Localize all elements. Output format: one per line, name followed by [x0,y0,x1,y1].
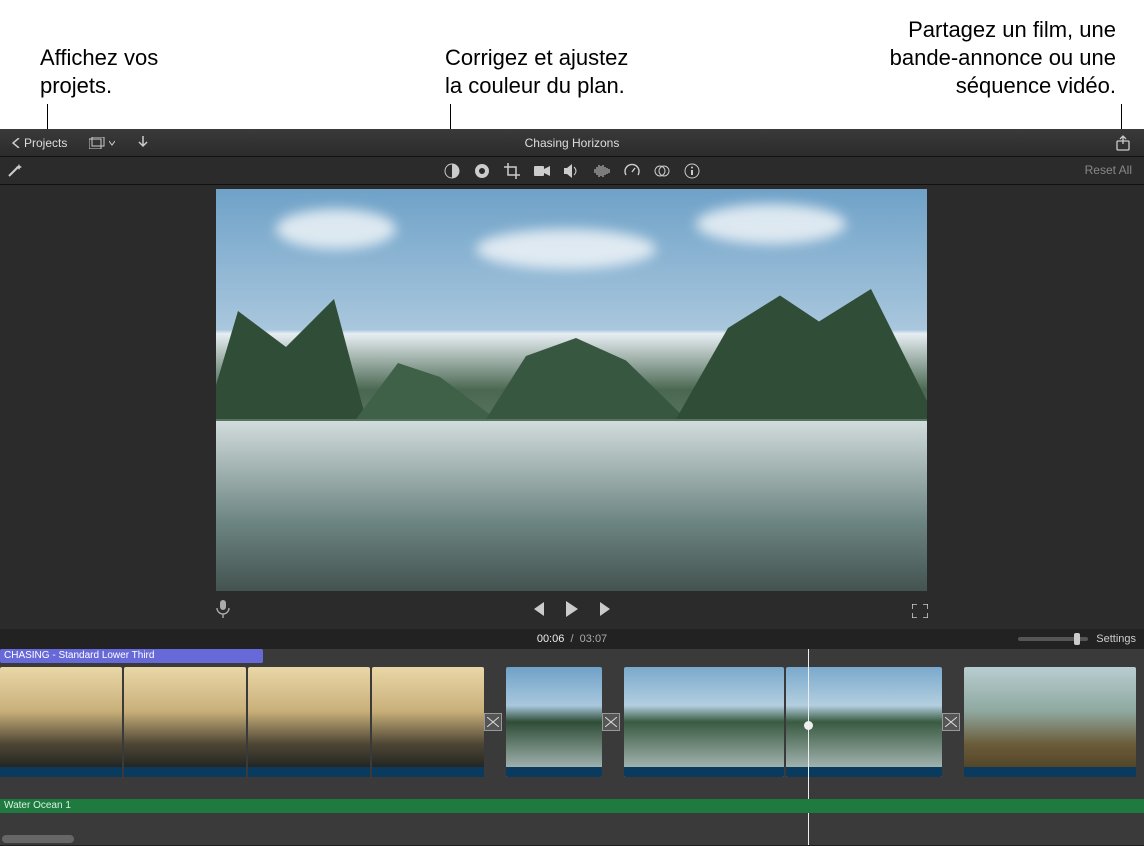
timeline-zoom-slider[interactable] [1018,637,1088,641]
next-frame-button[interactable] [598,602,614,619]
fullscreen-button[interactable] [912,604,928,621]
playhead[interactable] [808,649,809,845]
title-toolbar: Projects Chasing Horizons [0,129,1144,157]
fullscreen-icon [912,604,928,618]
zoom-knob[interactable] [1074,633,1080,645]
chevron-down-icon [109,140,115,146]
color-wheel-icon [474,163,490,179]
viewer-area [0,185,1144,629]
volume-icon [564,164,580,178]
adjustment-toolbar: Reset All [0,157,1144,185]
video-camera-icon [534,164,550,178]
horizontal-scrollbar[interactable] [2,835,74,843]
timeline[interactable]: CHASING - Standard Lower Third Water [0,649,1144,845]
video-clip[interactable] [0,667,122,777]
crop-icon [504,163,520,179]
color-balance-icon [444,163,460,179]
equalizer-icon [594,164,610,178]
preview-canvas[interactable] [216,189,927,591]
time-separator: / [567,633,579,645]
video-clip[interactable] [372,667,484,777]
color-correction-button[interactable] [473,162,491,180]
share-button[interactable] [1112,133,1134,153]
info-button[interactable] [683,162,701,180]
total-time: 03:07 [580,633,608,645]
speedometer-icon [624,163,640,179]
video-clip[interactable] [964,667,1136,777]
playback-bar [0,591,1144,629]
playhead-knob[interactable] [804,721,813,730]
media-library-icon [89,137,105,149]
share-icon [1115,135,1131,151]
transition-icon [487,717,499,727]
enhance-wand-button[interactable] [6,161,24,182]
skip-forward-icon [598,602,614,616]
color-balance-button[interactable] [443,162,461,180]
annotation-overlay: Affichez vos projets. Corrigez et ajuste… [0,0,1144,129]
timecode-display: 00:06 / 03:07 [537,633,607,645]
chevron-left-icon [12,138,20,148]
video-clip[interactable] [124,667,246,777]
import-down-arrow-icon [137,136,149,150]
info-icon [684,163,700,179]
annotation-projects: Affichez vos projets. [40,44,230,100]
noise-eq-button[interactable] [593,162,611,180]
video-clip[interactable] [248,667,370,777]
transition-marker[interactable] [484,713,502,731]
play-icon [564,601,580,617]
crop-button[interactable] [503,162,521,180]
timecode-row: 00:06 / 03:07 Settings [0,629,1144,649]
audio-clip[interactable]: Water Ocean 1 [0,799,1144,813]
skip-back-icon [530,602,546,616]
imovie-window: Projects Chasing Horizons [0,129,1144,846]
media-library-button[interactable] [83,134,121,152]
reset-all-button[interactable]: Reset All [1085,163,1132,177]
annotation-color: Corrigez et ajustez la couleur du plan. [445,44,695,100]
import-button[interactable] [131,133,155,153]
volume-button[interactable] [563,162,581,180]
video-clip[interactable] [506,667,602,777]
transition-icon [605,717,617,727]
prev-frame-button[interactable] [530,602,546,619]
magic-wand-icon [6,161,24,179]
annotation-share: Partagez un film, une bande-annonce ou u… [790,16,1116,100]
title-clip[interactable]: CHASING - Standard Lower Third [0,649,263,663]
transition-marker[interactable] [942,713,960,731]
projects-back-button[interactable]: Projects [6,133,73,153]
play-button[interactable] [564,601,580,620]
clips-track [0,667,1144,777]
overlap-circles-icon [654,163,670,179]
filter-button[interactable] [653,162,671,180]
stabilization-button[interactable] [533,162,551,180]
projects-label: Projects [24,136,67,150]
current-time: 00:06 [537,633,565,645]
speed-button[interactable] [623,162,641,180]
project-title: Chasing Horizons [0,136,1144,150]
video-clip[interactable] [624,667,784,777]
transition-icon [945,717,957,727]
timeline-settings-button[interactable]: Settings [1096,633,1136,645]
transition-marker[interactable] [602,713,620,731]
